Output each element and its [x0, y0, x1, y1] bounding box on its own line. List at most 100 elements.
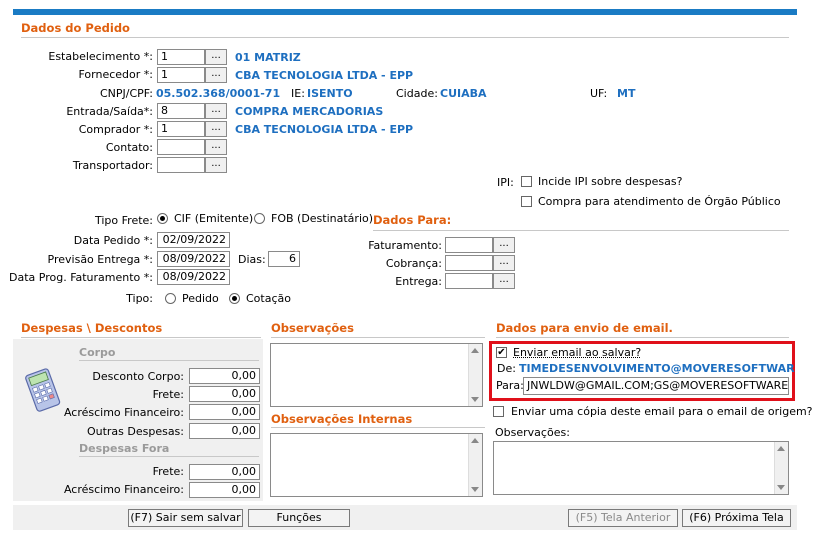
tipo-cotacao-radio[interactable] [229, 293, 240, 304]
tipo-pedido-label: Pedido [182, 292, 219, 305]
divider [79, 456, 259, 457]
divider [79, 360, 259, 361]
cidade-value: CUIABA [440, 87, 487, 100]
dados-para-title: Dados Para: [373, 213, 452, 227]
acrescimo-fora-input[interactable]: 0,00 [189, 482, 260, 498]
faturamento-input[interactable] [445, 237, 493, 253]
divider [21, 37, 789, 38]
fornecedor-input[interactable]: 1 [157, 67, 205, 83]
divider [21, 337, 261, 338]
entrega-input[interactable] [445, 273, 493, 289]
fornecedor-lookup-button[interactable]: ... [205, 67, 227, 83]
cobranca-input[interactable] [445, 255, 493, 271]
desconto-corpo-input[interactable]: 0,00 [189, 368, 260, 384]
observacoes-scrollbar[interactable] [468, 344, 482, 406]
ie-value: ISENTO [307, 87, 353, 100]
acrescimo-corpo-label: Acréscimo Financeiro: [63, 406, 184, 419]
ipi-despesas-label: Incide IPI sobre despesas? [538, 175, 683, 188]
divider [271, 427, 485, 428]
ipi-label: IPI: [497, 176, 514, 189]
previsao-entrega-label: Previsão Entrega *: [47, 253, 153, 266]
sair-sem-salvar-button[interactable]: (F7) Sair sem salvar [128, 509, 243, 527]
enviar-email-checkbox[interactable]: ✔ [496, 347, 507, 358]
data-prog-input[interactable]: 08/09/2022 [157, 269, 230, 285]
estabelecimento-input[interactable]: 1 [157, 49, 205, 65]
outras-despesas-input[interactable]: 0,00 [189, 423, 260, 439]
transportador-lookup-button[interactable]: ... [205, 157, 227, 173]
cidade-label: Cidade: [396, 87, 438, 100]
tipo-label: Tipo: [126, 292, 153, 305]
contato-input[interactable] [157, 139, 205, 155]
faturamento-label: Faturamento: [368, 239, 442, 252]
uf-label: UF: [590, 87, 608, 100]
para-input[interactable]: JNWLDW@GMAIL.COM;GS@MOVERESOFTWARE.COM [523, 377, 789, 395]
data-pedido-input[interactable]: 02/09/2022 [157, 232, 230, 248]
contato-lookup-button[interactable]: ... [205, 139, 227, 155]
faturamento-lookup-button[interactable]: ... [493, 237, 515, 253]
divider [373, 230, 789, 231]
header-accent-bar [13, 9, 797, 15]
scroll-up-icon[interactable] [471, 438, 479, 443]
entrada-saida-input[interactable]: 8 [157, 103, 205, 119]
ie-label: IE: [291, 87, 305, 100]
scroll-down-icon[interactable] [777, 485, 785, 490]
de-label: De: [497, 362, 516, 375]
contato-label: Contato: [105, 141, 153, 154]
frete-fora-label: Frete: [152, 465, 184, 478]
observacoes-internas-scrollbar[interactable] [468, 434, 482, 496]
email-observacoes-textarea[interactable] [493, 441, 789, 495]
fornecedor-desc: CBA TECNOLOGIA LTDA - EPP [235, 69, 414, 82]
enviar-copia-checkbox[interactable] [493, 406, 504, 417]
transportador-label: Transportador: [72, 159, 153, 172]
estabelecimento-desc: 01 MATRIZ [235, 51, 301, 64]
scroll-down-icon[interactable] [471, 397, 479, 402]
entrega-lookup-button[interactable]: ... [493, 273, 515, 289]
estabelecimento-label: Estabelecimento *: [48, 50, 153, 63]
proxima-tela-button[interactable]: (F6) Próxima Tela [682, 509, 791, 527]
transportador-input[interactable] [157, 157, 205, 173]
tela-anterior-button[interactable]: (F5) Tela Anterior [568, 509, 678, 527]
data-pedido-label: Data Pedido *: [73, 234, 153, 247]
previsao-entrega-input[interactable]: 08/09/2022 [157, 251, 230, 267]
tipo-cotacao-label: Cotação [246, 292, 291, 305]
scroll-up-icon[interactable] [471, 348, 479, 353]
scroll-down-icon[interactable] [471, 487, 479, 492]
observacoes-textarea[interactable] [270, 343, 483, 407]
despesas-title: Despesas \ Descontos [21, 321, 163, 335]
email-title: Dados para envio de email. [496, 321, 673, 335]
entrada-saida-lookup-button[interactable]: ... [205, 103, 227, 119]
frete-fora-input[interactable]: 0,00 [189, 464, 260, 480]
ipi-despesas-checkbox[interactable] [521, 176, 532, 187]
enviar-email-label: Enviar email ao salvar? [513, 346, 642, 359]
frete-corpo-input[interactable]: 0,00 [189, 386, 260, 402]
frete-fob-radio[interactable] [254, 213, 265, 224]
comprador-input[interactable]: 1 [157, 121, 205, 137]
email-observacoes-label: Observações: [495, 426, 570, 439]
tipo-frete-label: Tipo Frete: [94, 214, 153, 227]
frete-cif-label: CIF (Emitente) [174, 212, 254, 225]
data-prog-label: Data Prog. Faturamento *: [9, 271, 153, 284]
entrada-saida-desc: COMPRA MERCADORIAS [235, 105, 384, 118]
orgao-publico-checkbox[interactable] [521, 196, 532, 207]
cnpj-value: 05.502.368/0001-71 [156, 87, 281, 100]
entrada-saida-label: Entrada/Saída*: [66, 105, 153, 118]
comprador-lookup-button[interactable]: ... [205, 121, 227, 137]
observacoes-internas-textarea[interactable] [270, 433, 483, 497]
scroll-up-icon[interactable] [777, 446, 785, 451]
acrescimo-corpo-input[interactable]: 0,00 [189, 404, 260, 420]
cnpj-label: CNPJ/CPF: [100, 87, 153, 100]
dias-input[interactable]: 6 [268, 251, 300, 267]
email-observacoes-scrollbar[interactable] [774, 442, 788, 494]
uf-value: MT [617, 87, 636, 100]
observacoes-title: Observações [271, 321, 354, 335]
para-label: Para: [496, 379, 524, 392]
fornecedor-label: Fornecedor *: [78, 68, 154, 81]
tipo-pedido-radio[interactable] [165, 293, 176, 304]
observacoes-internas-title: Observações Internas [271, 412, 413, 426]
divider [496, 337, 789, 338]
despesas-fora-subtitle: Despesas Fora [79, 442, 170, 455]
frete-cif-radio[interactable] [157, 213, 168, 224]
funcoes-button[interactable]: Funções [248, 509, 350, 527]
estabelecimento-lookup-button[interactable]: ... [205, 49, 227, 65]
cobranca-lookup-button[interactable]: ... [493, 255, 515, 271]
